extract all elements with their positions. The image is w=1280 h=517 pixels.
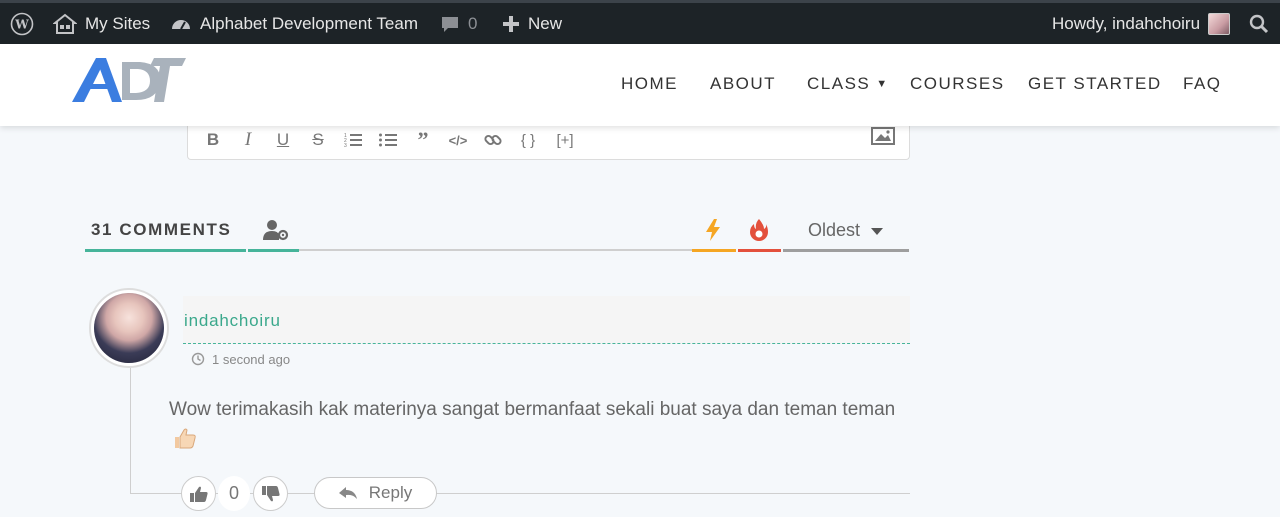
comment-bubble-icon (442, 16, 458, 32)
my-sites-label: My Sites (85, 13, 151, 33)
source-code-icon[interactable]: { } (515, 128, 541, 152)
howdy-label: Howdy, indahchoiru (1052, 13, 1201, 33)
reply-arrow-icon (338, 487, 357, 499)
code-icon[interactable]: </> (445, 128, 471, 152)
account-menu[interactable]: Howdy, indahchoiru (1052, 3, 1231, 44)
tab-underline-hottest (738, 249, 781, 252)
clock-icon (191, 352, 205, 366)
nav-about[interactable]: ABOUT (710, 74, 776, 94)
user-settings-icon[interactable] (263, 219, 289, 241)
unordered-list-icon[interactable] (375, 128, 401, 152)
plus-icon (503, 15, 519, 32)
dropdown-caret-icon: ▼ (876, 78, 889, 90)
avatar-photo (94, 293, 164, 363)
ordered-list-icon[interactable]: 123 (340, 128, 366, 152)
comment-editor-toolbar: B I U S 123 ” </> { } [+] (187, 120, 910, 160)
hottest-flame-icon[interactable] (750, 219, 768, 241)
spoiler-icon[interactable]: [+] (548, 128, 582, 152)
wordpress-logo-icon[interactable]: W (10, 3, 34, 44)
tab-underline-sort (783, 249, 909, 252)
tab-underline-comments (85, 249, 246, 252)
new-content-menu[interactable]: New (502, 3, 562, 44)
comment-body: Wow terimakasih kak materinya sangat ber… (169, 394, 909, 456)
underline-icon[interactable]: U (270, 128, 296, 152)
trending-bolt-icon[interactable] (705, 219, 721, 241)
avatar (89, 288, 169, 368)
thumbs-up-emoji-icon (175, 428, 196, 449)
comment-text: Wow terimakasih kak materinya sangat ber… (169, 399, 896, 420)
my-sites-menu[interactable]: My Sites (53, 3, 150, 44)
nav-class-label: CLASS (807, 74, 871, 93)
thread-line (130, 365, 131, 494)
thumbs-up-icon (189, 486, 208, 502)
nav-faq[interactable]: FAQ (1183, 74, 1222, 94)
nav-class[interactable]: CLASS ▼ (807, 74, 889, 94)
comment-author[interactable]: indahchoiru (184, 311, 281, 331)
admin-bar: W My Sites Alphabet Development Team 0 N… (0, 0, 1280, 44)
blockquote-icon[interactable]: ” (410, 127, 436, 152)
vote-count: 0 (218, 476, 250, 511)
svg-text:W: W (14, 17, 29, 31)
thumbs-down-icon (261, 485, 280, 501)
image-upload-icon[interactable] (871, 126, 895, 151)
link-icon[interactable] (480, 128, 506, 152)
user-avatar-small (1208, 12, 1231, 35)
tab-underline-trending (692, 249, 736, 252)
site-header: HOME ABOUT CLASS ▼ COURSES GET STARTED FA… (0, 44, 1280, 126)
nav-courses[interactable]: COURSES (910, 74, 1005, 94)
tab-divider (299, 249, 692, 251)
reply-label: Reply (368, 483, 413, 502)
nav-home[interactable]: HOME (621, 74, 678, 94)
bold-icon[interactable]: B (200, 128, 226, 152)
sort-caret-icon (871, 228, 883, 235)
site-name-menu[interactable]: Alphabet Development Team (170, 3, 418, 44)
my-sites-icon (53, 13, 77, 34)
nav-get-started[interactable]: GET STARTED (1028, 74, 1162, 94)
strikethrough-icon[interactable]: S (305, 128, 331, 152)
comments-count: 0 (468, 13, 478, 33)
dashboard-icon (172, 19, 190, 29)
new-label: New (528, 13, 563, 33)
comment-timestamp[interactable]: 1 second ago (212, 352, 290, 367)
sort-dropdown[interactable]: Oldest (808, 220, 860, 241)
site-logo[interactable] (70, 54, 188, 106)
downvote-button[interactable] (253, 476, 288, 511)
upvote-button[interactable] (181, 476, 216, 511)
site-name-label: Alphabet Development Team (200, 13, 418, 33)
svg-text:3: 3 (344, 143, 347, 148)
comment-header (183, 296, 910, 344)
italic-icon[interactable]: I (235, 128, 261, 152)
tab-underline-users (248, 249, 299, 252)
comments-menu[interactable]: 0 (440, 3, 477, 44)
reply-button[interactable]: Reply (314, 477, 437, 509)
search-icon[interactable] (1249, 3, 1269, 44)
comments-count-tab[interactable]: 31 COMMENTS (91, 220, 231, 240)
